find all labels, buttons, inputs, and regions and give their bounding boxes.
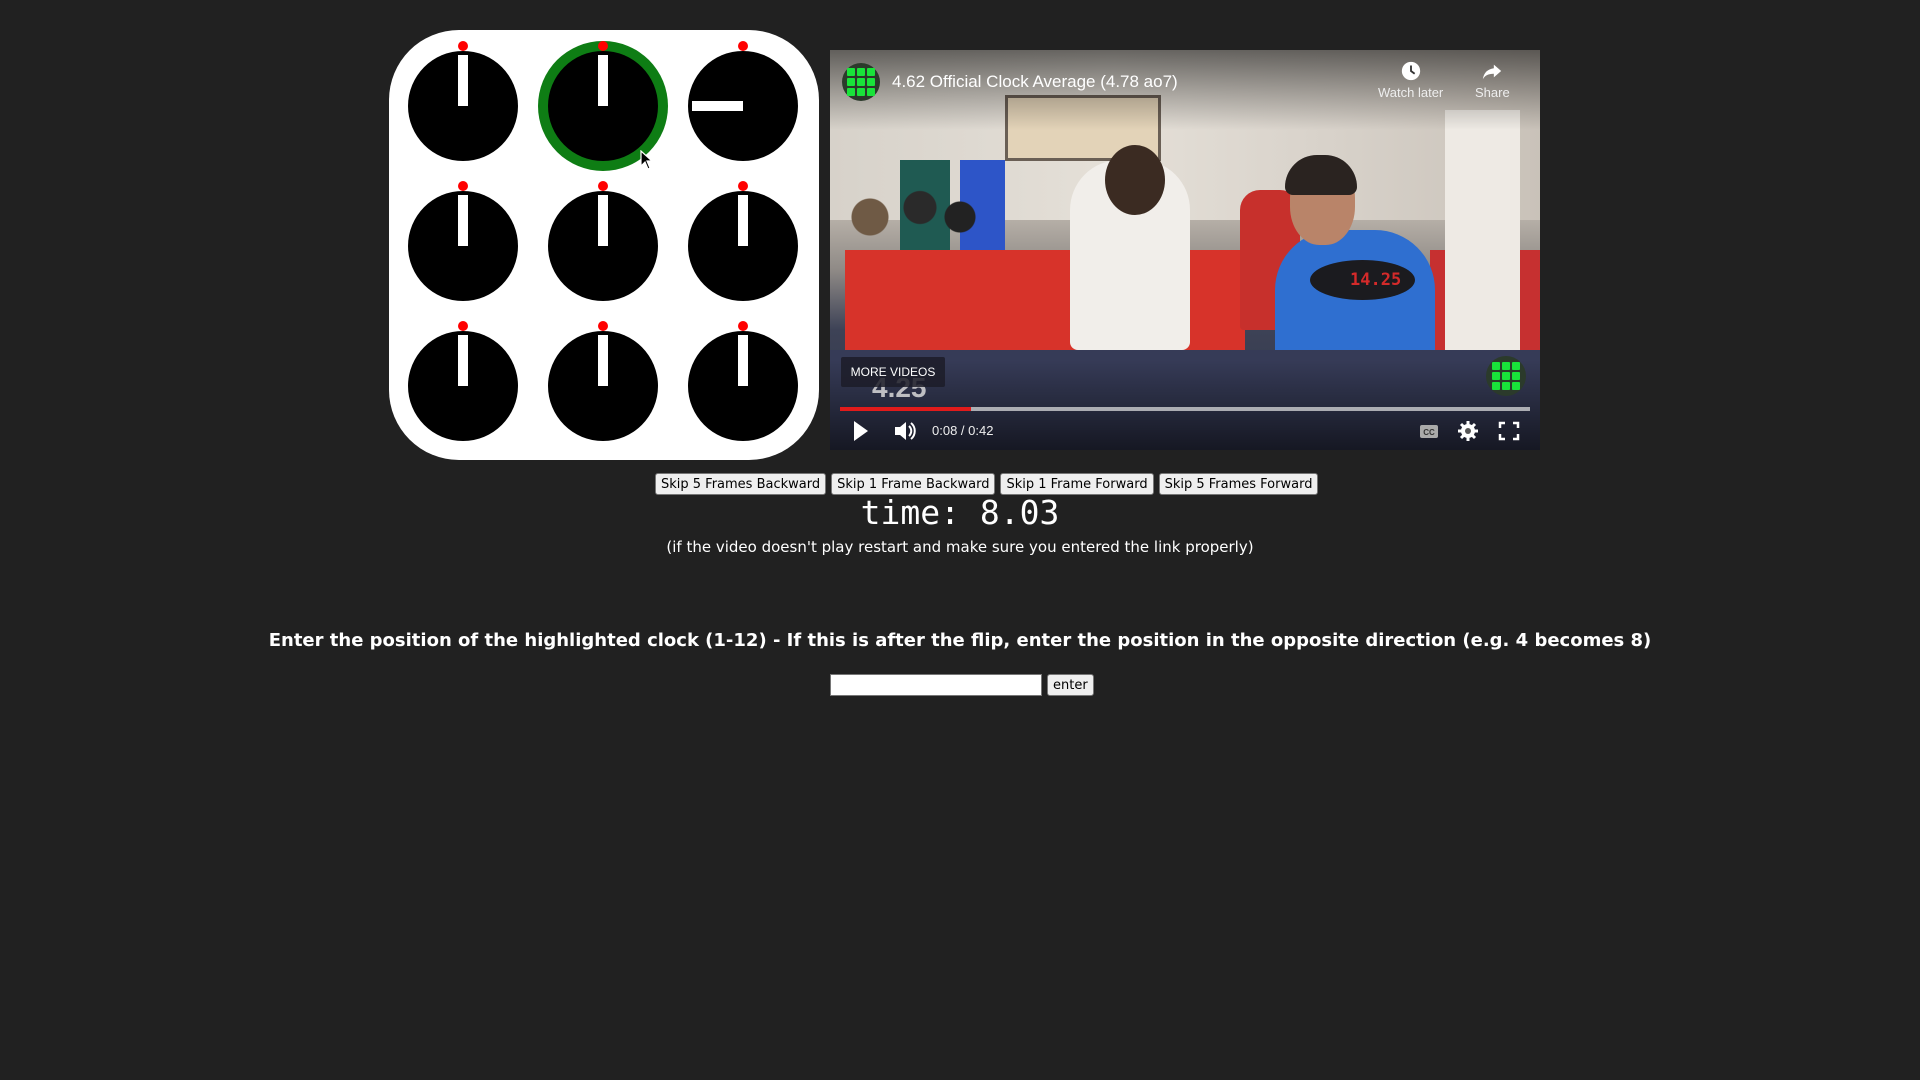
answer-form: enter [830, 674, 1094, 696]
mouse-cursor-icon [640, 150, 654, 170]
clock-hand [738, 335, 748, 386]
clock-pin-marker [598, 41, 608, 51]
settings-gear-icon[interactable] [1456, 418, 1480, 444]
video-frame-competitor-head [1105, 145, 1165, 215]
clock-hand [738, 195, 748, 246]
fullscreen-icon[interactable] [1497, 418, 1521, 444]
video-progress-fill [840, 407, 972, 411]
clock-position-input[interactable] [830, 674, 1042, 696]
skip-5-frames-backward-button[interactable]: Skip 5 Frames Backward [655, 473, 827, 495]
frame-skip-controls: Skip 5 Frames Backward Skip 1 Frame Back… [655, 473, 1319, 495]
more-videos-button[interactable]: MORE VIDEOS [841, 357, 945, 387]
video-frame-timer-digits: 14.25 [1350, 270, 1402, 290]
clock-pin-marker [738, 41, 748, 51]
enter-button[interactable]: enter [1047, 674, 1094, 696]
volume-icon[interactable] [892, 418, 918, 444]
time-display: time: 8.03 [860, 493, 1060, 532]
video-hint-text: (if the video doesn't play restart and m… [666, 538, 1254, 556]
clock-face [408, 321, 518, 441]
clock-hand [598, 335, 608, 386]
share-button[interactable]: Share [1475, 60, 1510, 100]
video-player[interactable]: 14.25 4.62 Official Clock Average (4.78 … [830, 50, 1540, 450]
clock-face [408, 181, 518, 301]
clock-face [548, 321, 658, 441]
watch-later-button[interactable]: Watch later [1378, 60, 1443, 100]
video-progress-bar[interactable] [840, 407, 1530, 411]
svg-text:CC: CC [1423, 428, 1435, 437]
cc-icon[interactable]: CC [1418, 418, 1440, 444]
play-icon[interactable] [850, 418, 872, 444]
clock-face-highlighted [548, 41, 658, 161]
share-arrow-icon [1483, 64, 1502, 80]
clock-pin-marker [738, 321, 748, 331]
clock-hand [458, 55, 468, 106]
clock-face [688, 41, 798, 161]
clock-hand [598, 55, 608, 106]
clock-face [688, 181, 798, 301]
clock-hand [598, 195, 608, 246]
skip-5-frames-forward-button[interactable]: Skip 5 Frames Forward [1158, 473, 1319, 495]
clock-face [408, 41, 518, 161]
clock-pin-marker [738, 181, 748, 191]
video-title[interactable]: 4.62 Official Clock Average (4.78 ao7) [892, 72, 1178, 92]
share-label: Share [1475, 85, 1510, 100]
video-time-readout: 0:08 / 0:42 [932, 423, 994, 438]
skip-1-frame-forward-button[interactable]: Skip 1 Frame Forward [1000, 473, 1154, 495]
clock-face [548, 181, 658, 301]
clock-pin-marker [458, 181, 468, 191]
clock-pin-marker [458, 41, 468, 51]
skip-1-frame-backward-button[interactable]: Skip 1 Frame Backward [831, 473, 996, 495]
clock-pin-marker [598, 321, 608, 331]
clock-face [688, 321, 798, 441]
channel-watermark-icon[interactable] [1486, 356, 1526, 396]
clock-pin-marker [598, 181, 608, 191]
clock-hand [458, 335, 468, 386]
instructions-text: Enter the position of the highlighted cl… [268, 630, 1652, 651]
watch-later-label: Watch later [1378, 85, 1444, 100]
clock-hand [458, 195, 468, 246]
clock-puzzle [389, 30, 819, 460]
clock-hand [692, 101, 743, 111]
clock-icon [1401, 61, 1420, 81]
clock-pin-marker [458, 321, 468, 331]
channel-logo-icon[interactable] [842, 63, 880, 101]
